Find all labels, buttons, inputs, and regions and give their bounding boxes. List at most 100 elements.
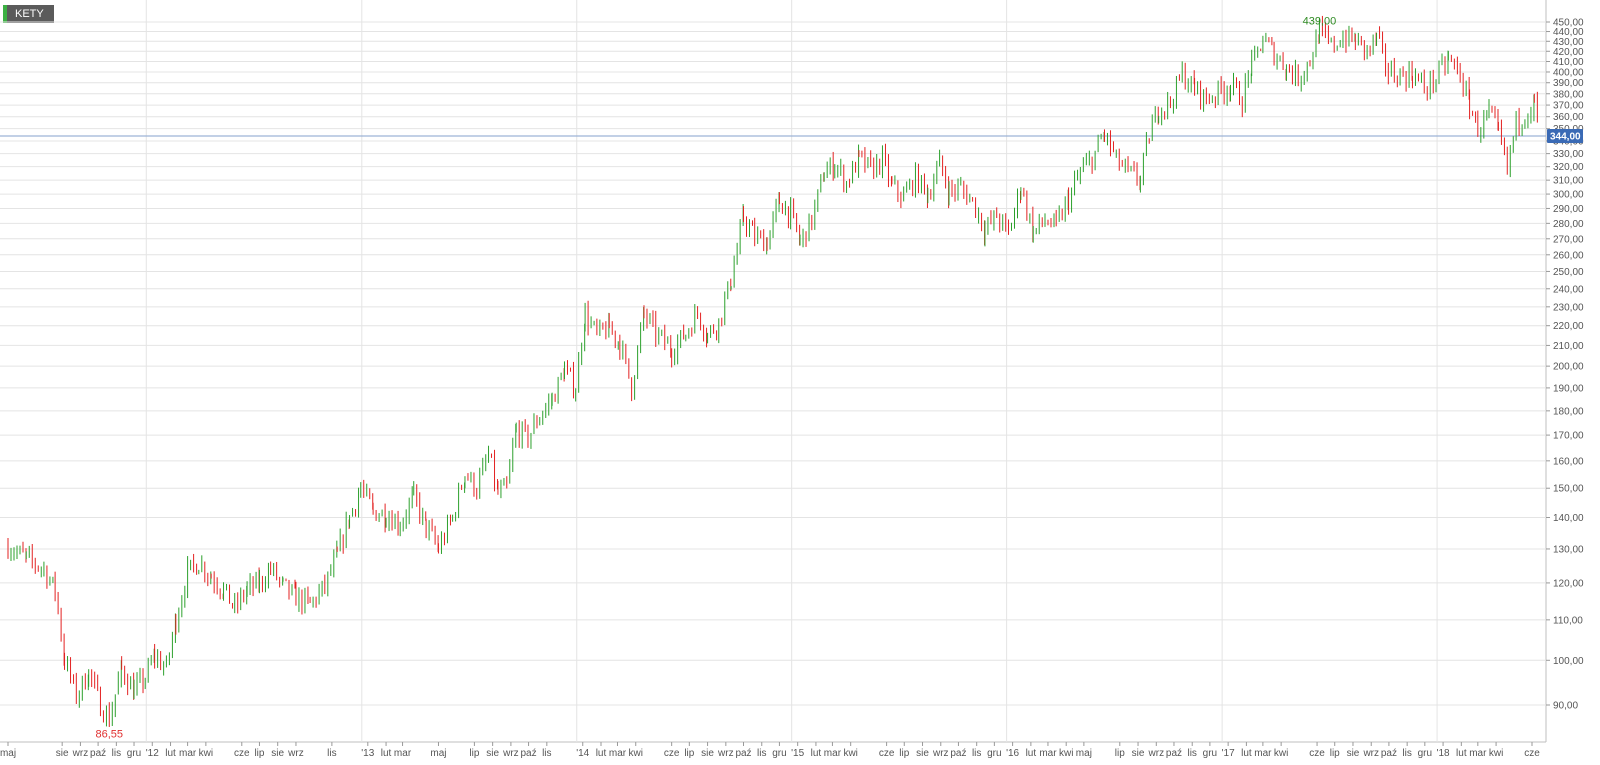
x-tick-label: lip: [469, 748, 479, 759]
x-tick-label: sie: [1347, 748, 1360, 759]
y-tick-label: 290,00: [1553, 204, 1584, 215]
x-tick-label: mar: [179, 748, 197, 759]
x-tick-label: maj: [430, 748, 446, 759]
x-tick-label: mar: [609, 748, 627, 759]
y-axis: 90,00 100,00 110,00 120,00 130,00 140,00 150,0…: [1546, 18, 1584, 712]
y-tick-label: 320,00: [1553, 162, 1584, 173]
x-tick-label: '17: [1222, 748, 1235, 759]
y-tick-label: 330,00: [1553, 149, 1584, 160]
y-tick-label: 180,00: [1553, 406, 1584, 417]
y-tick-label: 230,00: [1553, 302, 1584, 313]
x-tick-label: lip: [1330, 748, 1340, 759]
y-tick-label: 260,00: [1553, 250, 1584, 261]
y-tick-label: 300,00: [1553, 190, 1584, 201]
last-price-tag-text: 344,00: [1550, 131, 1581, 142]
x-tick-label: cze: [1524, 748, 1540, 759]
x-tick-label: '12: [146, 748, 159, 759]
y-tick-label: 210,00: [1553, 341, 1584, 352]
x-tick-label: sie: [1132, 748, 1145, 759]
y-tick-label: 170,00: [1553, 431, 1584, 442]
x-tick-label: '14: [576, 748, 589, 759]
high-marker: 439,00: [1303, 16, 1337, 28]
x-tick-label: mar: [394, 748, 412, 759]
y-tick-label: 360,00: [1553, 112, 1584, 123]
y-tick-label: 310,00: [1553, 176, 1584, 187]
x-tick-label: paź: [90, 748, 106, 759]
last-price-tag: 344,00: [1547, 128, 1583, 143]
y-tick-label: 130,00: [1553, 544, 1584, 555]
x-tick-label: kwi: [843, 748, 857, 759]
x-tick-label: sie: [486, 748, 499, 759]
y-tick-label: 440,00: [1553, 27, 1584, 38]
x-tick-label: '16: [1006, 748, 1019, 759]
x-tick-label: lut: [1241, 748, 1252, 759]
x-tick-label: mar: [1469, 748, 1487, 759]
x-tick-label: gru: [127, 748, 141, 759]
x-tick-label: maj: [0, 748, 16, 759]
price-chart[interactable]: 439,00 86,55 90,00 100,00 110,00 120,00 130,0…: [0, 0, 1600, 765]
y-tick-label: 270,00: [1553, 234, 1584, 245]
x-tick-label: kwi: [199, 748, 213, 759]
y-tick-label: 150,00: [1553, 484, 1584, 495]
x-tick-label: wrz: [1362, 748, 1379, 759]
x-tick-label: lis: [327, 748, 336, 759]
x-tick-label: paź: [521, 748, 537, 759]
y-tick-label: 190,00: [1553, 383, 1584, 394]
x-tick-label: wrz: [502, 748, 519, 759]
x-tick-label: '15: [791, 748, 804, 759]
x-tick-label: wrz: [72, 748, 89, 759]
y-tick-label: 220,00: [1553, 321, 1584, 332]
x-tick-label: lip: [254, 748, 264, 759]
y-tick-label: 200,00: [1553, 362, 1584, 373]
x-tick-label: kwi: [1489, 748, 1503, 759]
y-tick-label: 400,00: [1553, 67, 1584, 78]
y-tick-label: 160,00: [1553, 456, 1584, 467]
x-tick-label: lip: [1115, 748, 1125, 759]
x-tick-label: lis: [1187, 748, 1196, 759]
x-tick-label: kwi: [1059, 748, 1073, 759]
x-tick-label: lut: [165, 748, 176, 759]
y-tick-label: 420,00: [1553, 47, 1584, 58]
y-tick-label: 390,00: [1553, 78, 1584, 89]
x-axis: maj sie wrz paź lis gru '12 lut mar kwi cze lip sie w…: [0, 742, 1540, 759]
y-tick-label: 240,00: [1553, 284, 1584, 295]
x-tick-label: cze: [664, 748, 680, 759]
x-tick-label: paź: [950, 748, 966, 759]
x-tick-label: gru: [1203, 748, 1217, 759]
y-tick-label: 380,00: [1553, 89, 1584, 100]
x-tick-label: kwi: [629, 748, 643, 759]
y-tick-label: 120,00: [1553, 578, 1584, 589]
y-tick-label: 250,00: [1553, 267, 1584, 278]
y-tick-label: 140,00: [1553, 513, 1584, 524]
x-tick-label: mar: [1039, 748, 1057, 759]
x-tick-label: paź: [735, 748, 751, 759]
x-tick-label: sie: [701, 748, 714, 759]
chart-annotations: 439,00 86,55: [96, 16, 1337, 741]
x-tick-label: kwi: [1274, 748, 1288, 759]
x-tick-label: lis: [1402, 748, 1411, 759]
x-tick-label: wrz: [717, 748, 734, 759]
x-tick-label: cze: [234, 748, 250, 759]
x-tick-label: lis: [542, 748, 551, 759]
x-tick-label: paź: [1166, 748, 1182, 759]
x-tick-label: wrz: [1148, 748, 1165, 759]
x-tick-label: lut: [596, 748, 607, 759]
x-tick-label: sie: [271, 748, 284, 759]
x-tick-label: paź: [1381, 748, 1397, 759]
y-tick-label: 110,00: [1553, 615, 1583, 626]
x-tick-label: cze: [1309, 748, 1325, 759]
y-tick-label: 370,00: [1553, 101, 1584, 112]
x-tick-label: sie: [56, 748, 69, 759]
chart-grid: [0, 0, 1547, 743]
y-tick-label: 280,00: [1553, 219, 1584, 230]
x-tick-label: lut: [381, 748, 392, 759]
x-tick-label: lut: [811, 748, 822, 759]
x-tick-label: lis: [112, 748, 121, 759]
y-tick-label: 410,00: [1553, 57, 1584, 68]
x-tick-label: mar: [1254, 748, 1272, 759]
y-tick-label: 100,00: [1553, 656, 1584, 667]
x-tick-label: '18: [1437, 748, 1450, 759]
y-tick-label: 430,00: [1553, 37, 1584, 48]
x-tick-label: wrz: [287, 748, 304, 759]
x-tick-label: mar: [824, 748, 842, 759]
